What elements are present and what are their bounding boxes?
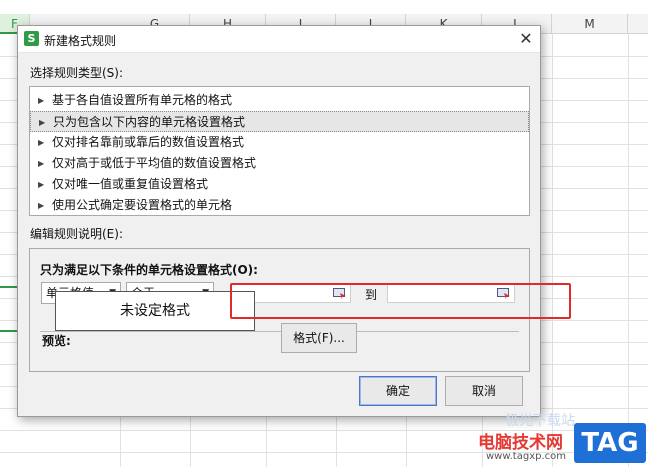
rule-type-item-selected[interactable]: ▶ 只为包含以下内容的单元格设置格式 — [30, 111, 529, 132]
rule-type-item-label: 仅对高于或低于平均值的数值设置格式 — [52, 156, 257, 170]
dialog-titlebar[interactable]: S 新建格式规则 ✕ — [18, 26, 540, 53]
cancel-button[interactable]: 取消 — [445, 376, 523, 406]
rule-type-item[interactable]: ▶ 仅对高于或低于平均值的数值设置格式 — [30, 153, 529, 174]
divider — [40, 331, 519, 332]
gridline — [552, 34, 553, 467]
rule-type-list[interactable]: ▶ 基于各自值设置所有单元格的格式 ▶ 只为包含以下内容的单元格设置格式 ▶ 仅对排名… — [29, 86, 530, 216]
gridline — [628, 34, 629, 467]
rule-type-label: 选择规则类型(S): — [30, 66, 124, 80]
rule-type-item-label: 只为包含以下内容的单元格设置格式 — [53, 115, 246, 129]
watermark-faint-text: 极光下载站 — [505, 413, 575, 429]
format-button[interactable]: 格式(F)... — [281, 323, 357, 353]
column-header-m[interactable]: M — [552, 14, 628, 34]
rule-type-item[interactable]: ▶ 仅对唯一值或重复值设置格式 — [30, 174, 529, 195]
watermark-site-name: 电脑技术网 — [478, 433, 563, 453]
preview-label: 预览: — [42, 334, 71, 348]
format-preview-box: 未设定格式 — [55, 291, 255, 331]
edit-rule-description-label: 编辑规则说明(E): — [30, 227, 123, 241]
triangle-right-icon: ▶ — [38, 159, 45, 168]
dialog-title: 新建格式规则 — [44, 34, 117, 48]
triangle-right-icon: ▶ — [39, 118, 46, 127]
triangle-right-icon: ▶ — [38, 96, 45, 105]
rule-type-item-label: 基于各自值设置所有单元格的格式 — [52, 93, 233, 107]
rule-type-item-label: 仅对排名靠前或靠后的数值设置格式 — [52, 135, 245, 149]
wps-spreadsheet-icon: S — [24, 31, 39, 46]
rule-type-item[interactable]: ▶ 仅对排名靠前或靠后的数值设置格式 — [30, 132, 529, 153]
ok-button[interactable]: 确定 — [359, 376, 437, 406]
rule-type-item[interactable]: ▶ 基于各自值设置所有单元格的格式 — [30, 90, 529, 111]
triangle-right-icon: ▶ — [38, 201, 45, 210]
rule-type-item[interactable]: ▶ 使用公式确定要设置格式的单元格 — [30, 195, 529, 216]
selection-border-mark — [0, 330, 18, 332]
condition-heading: 只为满足以下条件的单元格设置格式(O): — [40, 263, 258, 277]
selection-border-mark — [0, 286, 18, 288]
triangle-right-icon: ▶ — [38, 180, 45, 189]
watermark-tag-logo: TAG — [574, 423, 646, 463]
rule-type-item-label: 仅对唯一值或重复值设置格式 — [52, 177, 209, 191]
highlight-annotation — [230, 283, 571, 319]
rule-type-item-label: 使用公式确定要设置格式的单元格 — [52, 198, 233, 212]
new-format-rule-dialog: S 新建格式规则 ✕ 选择规则类型(S): ▶ 基于各自值设置所有单元格的格式 ▶… — [17, 25, 541, 417]
watermark-url: www.tagxp.com — [486, 451, 566, 462]
close-icon[interactable]: ✕ — [516, 29, 536, 49]
triangle-right-icon: ▶ — [38, 138, 45, 147]
